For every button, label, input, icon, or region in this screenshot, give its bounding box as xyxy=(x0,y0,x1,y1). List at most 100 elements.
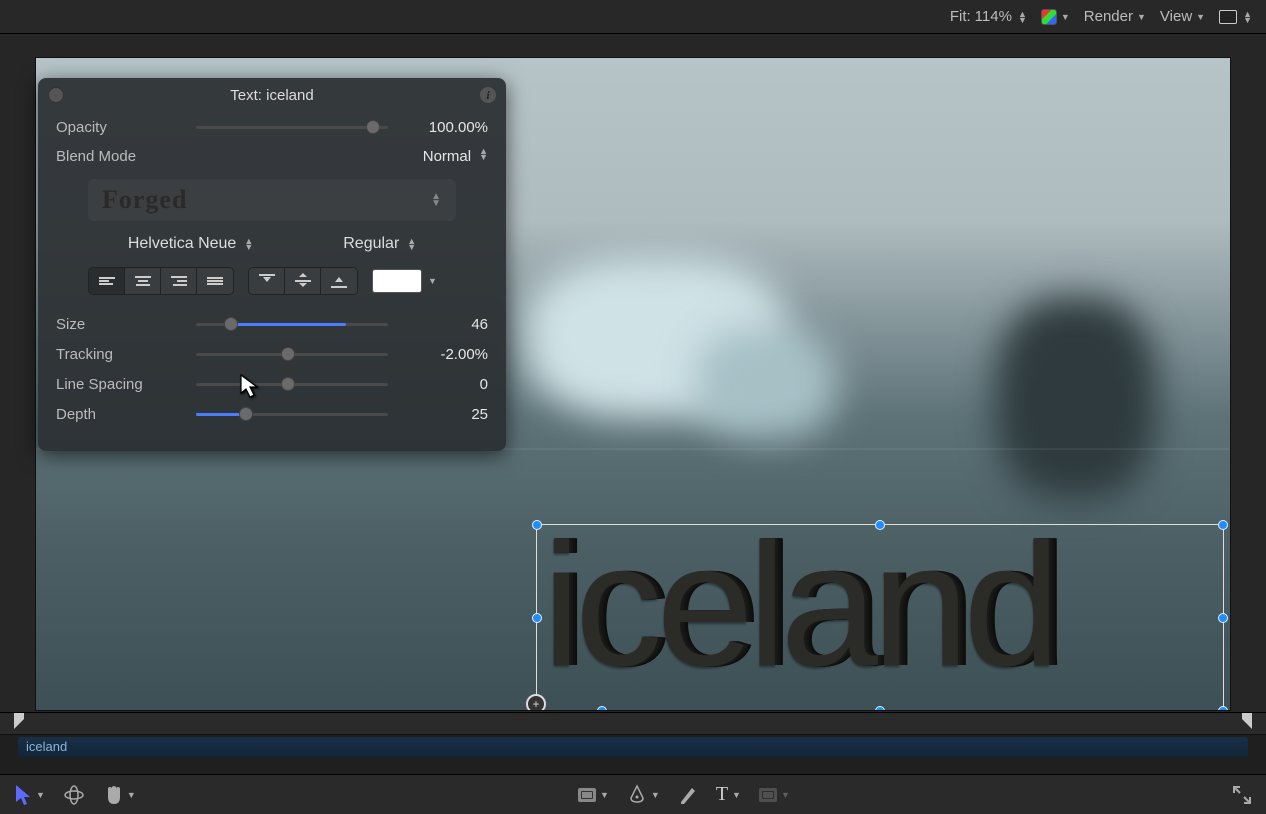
slider-track xyxy=(196,126,388,129)
tracking-row: Tracking -2.00% xyxy=(38,339,506,369)
size-row: Size 46 xyxy=(38,309,506,339)
blend-mode-value[interactable]: Normal xyxy=(423,148,471,165)
view-label: View xyxy=(1160,8,1192,25)
hud-header[interactable]: Text: iceland i xyxy=(38,78,506,112)
fit-zoom-control[interactable]: Fit: 114% ▲▼ xyxy=(950,8,1027,25)
paint-stroke-tool[interactable] xyxy=(678,784,698,806)
viewport-layout-picker[interactable]: ▲▼ xyxy=(1219,10,1252,24)
anchor-point-handle[interactable] xyxy=(526,694,546,710)
select-tool[interactable]: ▼ xyxy=(14,784,45,806)
render-label: Render xyxy=(1084,8,1133,25)
depth-slider[interactable] xyxy=(196,405,388,423)
size-slider[interactable] xyxy=(196,315,388,333)
align-center-button[interactable] xyxy=(125,268,161,294)
valign-bottom-button[interactable] xyxy=(321,268,357,294)
selection-bounding-box[interactable] xyxy=(536,524,1224,710)
resize-handle-br[interactable] xyxy=(1218,706,1228,710)
stepper-icon: ▲▼ xyxy=(1243,11,1252,23)
timeline-clip[interactable]: iceland xyxy=(18,737,1248,757)
hud-title: Text: iceland xyxy=(230,87,313,104)
bg-blob xyxy=(696,328,836,438)
line-spacing-value[interactable]: 0 xyxy=(398,376,488,393)
fit-value: 114% xyxy=(975,8,1012,25)
slider-thumb[interactable] xyxy=(239,407,253,421)
valign-top-button[interactable] xyxy=(249,268,285,294)
chevron-down-icon[interactable]: ▼ xyxy=(428,276,437,286)
3d-transform-tool[interactable] xyxy=(63,784,85,806)
resize-handle-tl[interactable] xyxy=(532,520,542,530)
canvas-area: iceland Text: iceland i Opa xyxy=(0,34,1266,712)
baseline-handle[interactable] xyxy=(597,706,607,710)
resize-handle-tr[interactable] xyxy=(1218,520,1228,530)
stepper-icon[interactable]: ▲▼ xyxy=(479,148,488,165)
chevron-down-icon: ▼ xyxy=(127,790,136,800)
chevron-down-icon: ▼ xyxy=(1137,12,1146,22)
size-value[interactable]: 46 xyxy=(398,316,488,333)
chevron-down-icon: ▼ xyxy=(1196,12,1205,22)
text-tool[interactable]: T ▼ xyxy=(716,783,741,806)
timeline-ruler[interactable] xyxy=(0,713,1266,735)
viewport-icon xyxy=(1219,10,1237,24)
resize-handle-mr[interactable] xyxy=(1218,613,1228,623)
shape-tool[interactable]: ▼ xyxy=(578,788,609,802)
slider-thumb[interactable] xyxy=(281,347,295,361)
pan-tool[interactable]: ▼ xyxy=(103,784,136,806)
tracking-slider[interactable] xyxy=(196,345,388,363)
valign-middle-button[interactable] xyxy=(285,268,321,294)
horizontal-align-segment[interactable] xyxy=(88,267,234,295)
pen-tool[interactable]: ▼ xyxy=(627,784,660,806)
mask-icon xyxy=(759,788,777,802)
rectangle-icon xyxy=(578,788,596,802)
fullscreen-button[interactable] xyxy=(1232,785,1252,805)
slider-thumb[interactable] xyxy=(366,120,380,134)
mask-tool[interactable]: ▼ xyxy=(759,788,790,802)
out-point-marker[interactable] xyxy=(1240,711,1254,734)
view-menu[interactable]: View ▼ xyxy=(1160,8,1205,25)
stepper-icon: ▲▼ xyxy=(244,238,253,250)
align-left-button[interactable] xyxy=(89,268,125,294)
chevron-down-icon: ▼ xyxy=(36,790,45,800)
in-point-marker[interactable] xyxy=(12,711,26,734)
hud-close-button[interactable] xyxy=(48,87,64,103)
opacity-slider[interactable] xyxy=(196,118,388,136)
app-root: Fit: 114% ▲▼ ▼ Render ▼ View ▼ ▲▼ icelan… xyxy=(0,0,1266,814)
fit-label: Fit: xyxy=(950,8,971,25)
text-hud-panel[interactable]: Text: iceland i Opacity 100.00% Blend Mo… xyxy=(38,78,506,451)
line-spacing-slider[interactable] xyxy=(196,375,388,393)
hud-info-button[interactable]: i xyxy=(480,87,496,103)
mini-timeline[interactable]: iceland xyxy=(0,712,1266,774)
color-channel-picker[interactable]: ▼ xyxy=(1041,9,1070,25)
size-label: Size xyxy=(56,316,186,333)
chevron-down-icon: ▼ xyxy=(651,790,660,800)
canvas-topbar: Fit: 114% ▲▼ ▼ Render ▼ View ▼ ▲▼ xyxy=(0,0,1266,34)
opacity-label: Opacity xyxy=(56,119,186,136)
align-right-button[interactable] xyxy=(161,268,197,294)
vertical-align-segment[interactable] xyxy=(248,267,358,295)
font-style-value: Regular xyxy=(343,235,399,253)
resize-handle-bc[interactable] xyxy=(875,706,885,710)
font-family-value: Helvetica Neue xyxy=(128,235,237,253)
rgb-chip-icon xyxy=(1041,9,1057,25)
text-color-well[interactable] xyxy=(372,269,422,293)
render-menu[interactable]: Render ▼ xyxy=(1084,8,1146,25)
slider-fill xyxy=(231,323,346,326)
chevron-down-icon: ▼ xyxy=(600,790,609,800)
clip-label: iceland xyxy=(26,739,67,754)
resize-handle-tc[interactable] xyxy=(875,520,885,530)
text-style-preset-picker[interactable]: Forged ▲▼ xyxy=(88,179,456,221)
stepper-icon: ▲▼ xyxy=(431,193,442,207)
font-family-picker[interactable]: Helvetica Neue ▲▼ xyxy=(128,235,253,253)
depth-label: Depth xyxy=(56,406,186,423)
chevron-down-icon: ▼ xyxy=(1061,12,1070,22)
slider-thumb[interactable] xyxy=(224,317,238,331)
resize-handle-ml[interactable] xyxy=(532,613,542,623)
tracking-label: Tracking xyxy=(56,346,186,363)
depth-value[interactable]: 25 xyxy=(398,406,488,423)
font-style-picker[interactable]: Regular ▲▼ xyxy=(343,235,416,253)
alignment-row: ▼ xyxy=(38,263,506,309)
slider-thumb[interactable] xyxy=(281,377,295,391)
opacity-value[interactable]: 100.00% xyxy=(398,119,488,136)
tracking-value[interactable]: -2.00% xyxy=(398,346,488,363)
depth-row: Depth 25 xyxy=(38,399,506,429)
align-justify-button[interactable] xyxy=(197,268,233,294)
